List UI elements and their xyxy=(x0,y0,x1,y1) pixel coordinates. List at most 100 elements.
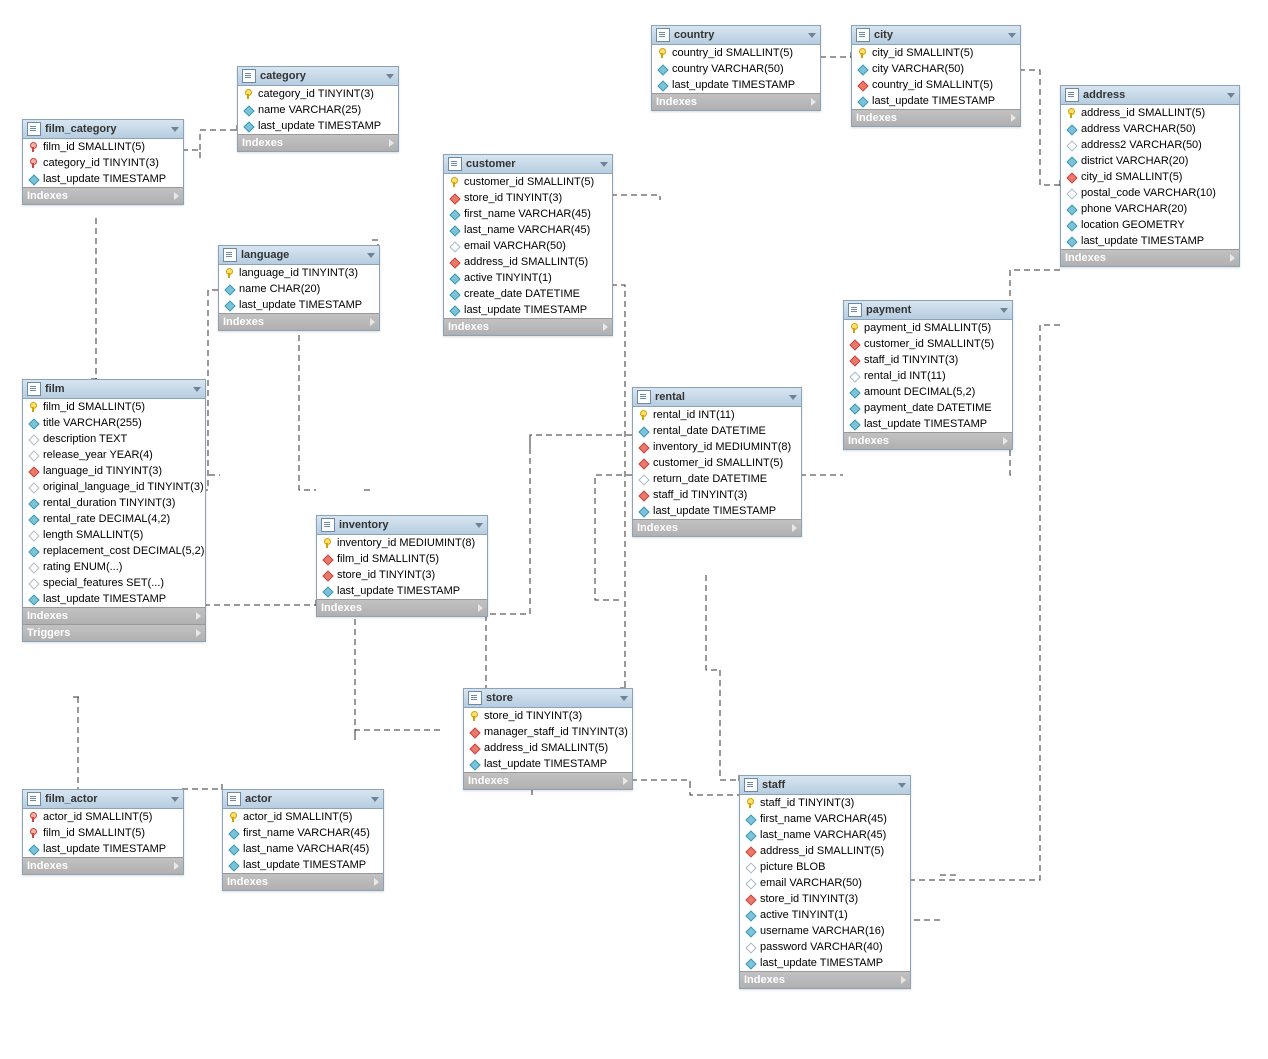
column-row: email VARCHAR(50) xyxy=(444,238,612,254)
table-category[interactable]: categorycategory_id TINYINT(3)name VARCH… xyxy=(237,66,399,152)
chevron-down-icon xyxy=(1227,93,1235,98)
table-icon xyxy=(637,390,651,404)
table-rental[interactable]: rentalrental_id INT(11)rental_date DATET… xyxy=(632,387,802,537)
column-text: country_id SMALLINT(5) xyxy=(672,47,793,59)
column-row: address_id SMALLINT(5) xyxy=(444,254,612,270)
chevron-right-icon xyxy=(196,629,201,637)
column-notnull-icon xyxy=(227,827,239,839)
table-country[interactable]: countrycountry_id SMALLINT(5)country VAR… xyxy=(651,25,821,111)
column-text: release_year YEAR(4) xyxy=(43,449,153,461)
indexes-section[interactable]: Indexes xyxy=(317,599,487,616)
table-film_actor[interactable]: film_actoractor_id SMALLINT(5)film_id SM… xyxy=(22,789,184,875)
indexes-section[interactable]: Indexes xyxy=(23,187,183,204)
indexes-section[interactable]: Indexes xyxy=(844,432,1012,449)
column-text: film_id SMALLINT(5) xyxy=(43,827,145,839)
column-text: title VARCHAR(255) xyxy=(43,417,142,429)
column-text: last_update TIMESTAMP xyxy=(243,859,366,871)
column-nullable-icon xyxy=(1065,139,1077,151)
table-header[interactable]: language xyxy=(219,246,379,265)
table-header[interactable]: payment xyxy=(844,301,1012,320)
table-header[interactable]: customer xyxy=(444,155,612,174)
column-notnull-icon xyxy=(637,505,649,517)
foreign-key-icon xyxy=(637,489,649,501)
table-actor[interactable]: actoractor_id SMALLINT(5)first_name VARC… xyxy=(222,789,384,891)
column-text: staff_id TINYINT(3) xyxy=(760,797,854,809)
indexes-section[interactable]: Indexes xyxy=(1061,249,1239,266)
table-icon xyxy=(856,28,870,42)
table-title: store xyxy=(486,692,513,704)
chevron-right-icon xyxy=(174,862,179,870)
column-row: username VARCHAR(16) xyxy=(740,923,910,939)
column-text: last_update TIMESTAMP xyxy=(464,304,587,316)
foreign-key-icon xyxy=(448,256,460,268)
table-header[interactable]: store xyxy=(464,689,632,708)
section-label: Indexes xyxy=(227,876,268,888)
indexes-section[interactable]: Indexes xyxy=(444,318,612,335)
column-notnull-icon xyxy=(1065,123,1077,135)
table-store[interactable]: storestore_id TINYINT(3)manager_staff_id… xyxy=(463,688,633,790)
column-row: rating ENUM(...) xyxy=(23,559,205,575)
column-notnull-icon xyxy=(656,79,668,91)
column-nullable-icon xyxy=(744,877,756,889)
column-text: last_update TIMESTAMP xyxy=(872,95,995,107)
table-film_category[interactable]: film_categoryfilm_id SMALLINT(5)category… xyxy=(22,119,184,205)
column-row: store_id TINYINT(3) xyxy=(740,891,910,907)
indexes-section[interactable]: Indexes xyxy=(219,313,379,330)
table-header[interactable]: film_actor xyxy=(23,790,183,809)
chevron-right-icon xyxy=(174,192,179,200)
column-text: amount DECIMAL(5,2) xyxy=(864,386,975,398)
table-language[interactable]: languagelanguage_id TINYINT(3)name CHAR(… xyxy=(218,245,380,331)
column-row: last_update TIMESTAMP xyxy=(219,297,379,313)
table-header[interactable]: inventory xyxy=(317,516,487,535)
table-city[interactable]: citycity_id SMALLINT(5)city VARCHAR(50)c… xyxy=(851,25,1021,127)
table-payment[interactable]: paymentpayment_id SMALLINT(5)customer_id… xyxy=(843,300,1013,450)
chevron-right-icon xyxy=(901,976,906,984)
table-icon xyxy=(242,69,256,83)
column-text: district VARCHAR(20) xyxy=(1081,155,1188,167)
indexes-section[interactable]: Indexes xyxy=(740,971,910,988)
indexes-section[interactable]: Indexes xyxy=(238,134,398,151)
chevron-right-icon xyxy=(1230,254,1235,262)
indexes-section[interactable]: Indexes xyxy=(223,873,383,890)
indexes-section[interactable]: Indexes xyxy=(633,519,801,536)
table-address[interactable]: addressaddress_id SMALLINT(5)address VAR… xyxy=(1060,85,1240,267)
column-row: address_id SMALLINT(5) xyxy=(464,740,632,756)
column-row: last_update TIMESTAMP xyxy=(740,955,910,971)
column-row: inventory_id MEDIUMINT(8) xyxy=(317,535,487,551)
table-header[interactable]: rental xyxy=(633,388,801,407)
primary-foreign-key-icon xyxy=(27,827,39,839)
indexes-section[interactable]: Indexes xyxy=(23,607,205,624)
column-row: last_update TIMESTAMP xyxy=(23,841,183,857)
table-staff[interactable]: staffstaff_id TINYINT(3)first_name VARCH… xyxy=(739,775,911,989)
table-header[interactable]: actor xyxy=(223,790,383,809)
table-header[interactable]: film xyxy=(23,380,205,399)
column-text: film_id SMALLINT(5) xyxy=(43,401,145,413)
table-header[interactable]: film_category xyxy=(23,120,183,139)
indexes-section[interactable]: Indexes xyxy=(652,93,820,110)
table-film[interactable]: film film_id SMALLINT(5) title VARCHAR(255… xyxy=(22,379,206,642)
column-text: staff_id TINYINT(3) xyxy=(864,354,958,366)
table-header[interactable]: address xyxy=(1061,86,1239,105)
column-row: last_update TIMESTAMP xyxy=(652,77,820,93)
column-nullable-icon xyxy=(27,449,39,461)
table-header[interactable]: category xyxy=(238,67,398,86)
table-header[interactable]: city xyxy=(852,26,1020,45)
table-header[interactable]: country xyxy=(652,26,820,45)
column-row: language_id TINYINT(3) xyxy=(23,463,205,479)
chevron-down-icon xyxy=(600,162,608,167)
column-text: rental_id INT(11) xyxy=(653,409,735,421)
column-text: store_id TINYINT(3) xyxy=(484,710,582,722)
triggers-section[interactable]: Triggers xyxy=(23,624,205,641)
foreign-key-icon xyxy=(744,893,756,905)
column-row: language_id TINYINT(3) xyxy=(219,265,379,281)
table-icon xyxy=(27,792,41,806)
column-notnull-icon xyxy=(848,418,860,430)
table-customer[interactable]: customercustomer_id SMALLINT(5)store_id … xyxy=(443,154,613,336)
indexes-section[interactable]: Indexes xyxy=(464,772,632,789)
table-header[interactable]: staff xyxy=(740,776,910,795)
table-inventory[interactable]: inventoryinventory_id MEDIUMINT(8)film_i… xyxy=(316,515,488,617)
column-row: store_id TINYINT(3) xyxy=(317,567,487,583)
indexes-section[interactable]: Indexes xyxy=(852,109,1020,126)
section-label: Indexes xyxy=(1065,252,1106,264)
indexes-section[interactable]: Indexes xyxy=(23,857,183,874)
